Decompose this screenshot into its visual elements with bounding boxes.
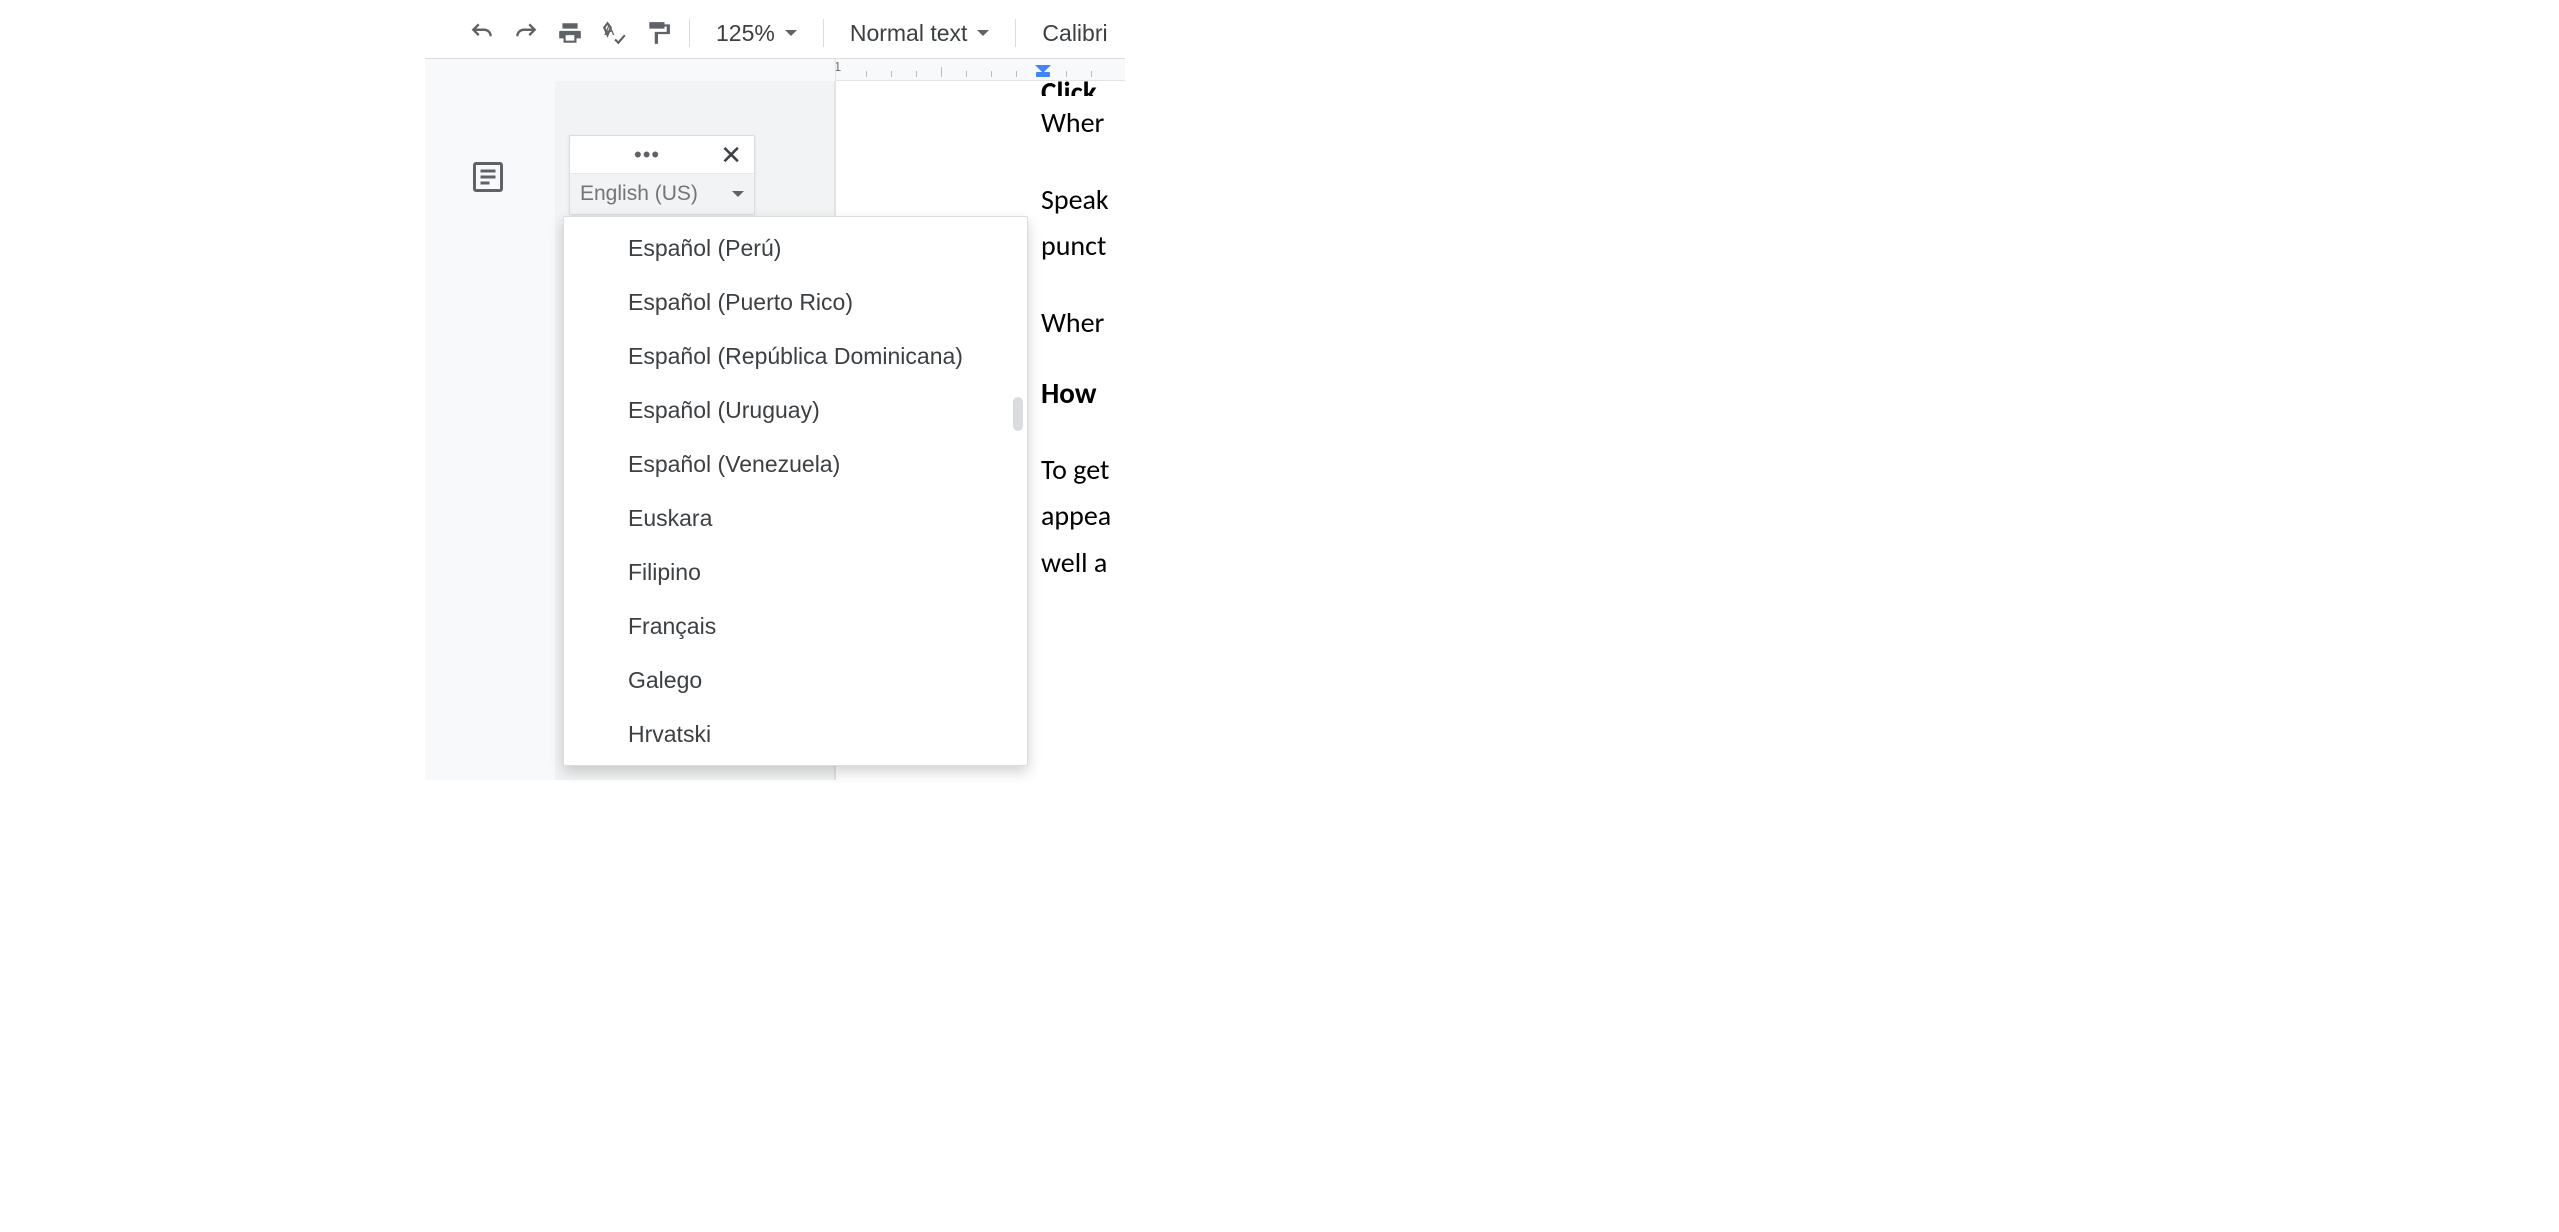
voice-language-option[interactable]: Filipino [564, 545, 1027, 599]
toolbar: A 125% Normal text Calibri [425, 8, 1125, 58]
voice-language-option[interactable]: Español (República Dominicana) [564, 329, 1027, 383]
voice-language-option[interactable]: Galego [564, 653, 1027, 707]
voice-language-selected: English (US) [580, 182, 732, 206]
voice-language-option[interactable]: Español (Puerto Rico) [564, 275, 1027, 329]
voice-language-option[interactable]: Español (Perú) [564, 221, 1027, 275]
font-value: Calibri [1042, 20, 1107, 47]
print-button[interactable] [551, 15, 589, 51]
drag-handle-icon[interactable]: ••• [578, 142, 660, 168]
voice-typing-header[interactable]: ••• ✕ [570, 136, 754, 174]
paint-format-button[interactable] [639, 15, 677, 51]
zoom-value: 125% [716, 20, 775, 47]
voice-language-option[interactable]: Français [564, 599, 1027, 653]
sidebar-gutter: ••• ✕ English (US) Español (Perú)Español… [555, 81, 835, 780]
doc-line: punct [1041, 227, 1125, 266]
toolbar-separator [1015, 19, 1016, 47]
chevron-down-icon [977, 30, 989, 36]
voice-language-option[interactable]: Español (Uruguay) [564, 383, 1027, 437]
ruler[interactable]: 1 [835, 59, 1125, 81]
voice-language-option[interactable]: Español (Venezuela) [564, 437, 1027, 491]
ruler-number: 1 [835, 59, 841, 74]
doc-line: Click [1041, 81, 1125, 96]
voice-language-dropdown[interactable]: English (US) Español (Perú)Español (Puer… [570, 174, 754, 214]
style-value: Normal text [850, 20, 968, 47]
document-outline-button[interactable] [470, 159, 510, 199]
left-strip [425, 81, 555, 780]
spellcheck-button[interactable]: A [595, 15, 633, 51]
paragraph-style-dropdown[interactable]: Normal text [836, 15, 1004, 51]
voice-language-list: Español (Perú)Español (Puerto Rico)Españ… [564, 217, 1027, 765]
svg-text:A: A [604, 22, 615, 39]
ruler-track: 1 [836, 59, 1125, 80]
voice-language-option[interactable]: Hrvatski [564, 707, 1027, 761]
app-viewport: A 125% Normal text Calibri 1 [425, 0, 1125, 780]
undo-button[interactable] [463, 15, 501, 51]
doc-line: appea [1041, 497, 1125, 536]
close-icon[interactable]: ✕ [716, 142, 746, 168]
doc-line: Speak [1041, 181, 1125, 220]
voice-typing-panel: ••• ✕ English (US) Español (Perú)Español… [569, 135, 755, 215]
doc-line: Wher [1041, 104, 1125, 143]
doc-line: Wher [1041, 304, 1125, 343]
font-dropdown[interactable]: Calibri [1028, 15, 1111, 51]
doc-line: well a [1041, 544, 1125, 583]
doc-line: How [1041, 373, 1125, 413]
chevron-down-icon [785, 30, 797, 36]
redo-button[interactable] [507, 15, 545, 51]
scrollbar-thumb[interactable] [1013, 397, 1023, 431]
doc-line: To get [1041, 451, 1125, 490]
toolbar-separator [689, 19, 690, 47]
chevron-down-icon [732, 191, 744, 197]
indent-marker[interactable] [1034, 65, 1052, 79]
document-text: Click Wher Speak punct Wher How To get appea we… [1041, 81, 1125, 582]
voice-language-menu: Español (Perú)Español (Puerto Rico)Españ… [563, 216, 1028, 766]
zoom-dropdown[interactable]: 125% [702, 15, 811, 51]
toolbar-separator [823, 19, 824, 47]
voice-language-option[interactable]: Euskara [564, 491, 1027, 545]
workspace: 1 [425, 58, 1125, 780]
